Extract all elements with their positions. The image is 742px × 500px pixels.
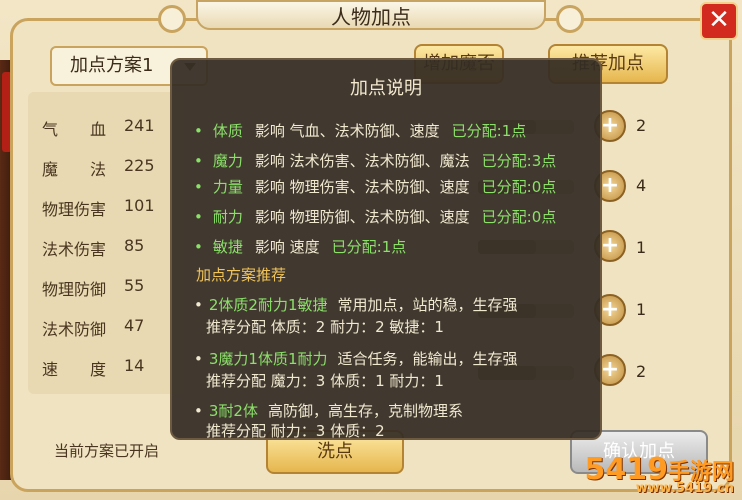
status-text: 当前方案已开启 xyxy=(54,442,160,460)
recommend-item: • 3魔力1体质1耐力 适合任务，能输出，生存强 xyxy=(194,350,518,368)
stat-value-hp: 241 xyxy=(124,116,155,135)
game-window: 人物加点 ✕ 加点方案1 增加魔否 推荐加点 气 血 241 魔 法 225 物… xyxy=(0,0,742,500)
attribute-count: 1 xyxy=(636,300,647,319)
stats-panel: 气 血 241 魔 法 225 物理伤害 101 法术伤害 85 物理防御 55… xyxy=(28,92,184,394)
stat-name-phys-def: 物理防御 xyxy=(42,280,107,299)
window-title: 人物加点 xyxy=(196,0,546,30)
attribute-count: 4 xyxy=(636,176,647,195)
stat-name-magic-def: 法术防御 xyxy=(42,320,107,339)
help-tooltip: 加点说明 • 体质 影响 气血、法术防御、速度 已分配:1点 • 魔力 影响 法术伤害、法… xyxy=(170,58,602,440)
rule-item: • 敏捷 影响 速度 已分配:1点 xyxy=(194,238,407,256)
stat-name-magic-atk: 法术伤害 xyxy=(42,240,107,259)
rule-item: • 力量 影响 物理伤害、法术防御、速度 已分配:0点 xyxy=(194,178,557,196)
stat-name-speed: 速 度 xyxy=(42,360,107,379)
recommend-item: • 2体质2耐力1敏捷 常用加点，站的稳，生存强 xyxy=(194,296,518,314)
close-button[interactable]: ✕ xyxy=(700,2,738,40)
stat-name-hp: 气 血 xyxy=(42,120,107,139)
recommend-detail: 推荐分配 体质：2 耐力：2 敏捷：1 xyxy=(206,318,444,336)
recommend-item: • 3耐2体 高防御，高生存，克制物理系 xyxy=(194,402,463,420)
attribute-count: 1 xyxy=(636,238,647,257)
ornament-left xyxy=(158,5,186,33)
stat-name-mp: 魔 法 xyxy=(42,160,107,179)
help-title: 加点说明 xyxy=(350,78,422,99)
recommend-detail: 推荐分配 魔力：3 体质：1 耐力：1 xyxy=(206,372,444,390)
stat-name-phys-atk: 物理伤害 xyxy=(42,200,107,219)
plan-dropdown-label: 加点方案1 xyxy=(70,55,154,76)
stat-value-phys-def: 55 xyxy=(124,276,145,295)
rule-item: • 耐力 影响 物理防御、法术防御、速度 已分配:0点 xyxy=(194,208,557,226)
attribute-count: 2 xyxy=(636,116,647,135)
site-watermark: 5419手游网 www.5419.cn xyxy=(584,452,734,496)
stat-value-magic-atk: 85 xyxy=(124,236,145,255)
recommend-heading: 加点方案推荐 xyxy=(196,266,287,284)
rule-item: • 体质 影响 气血、法术防御、速度 已分配:1点 xyxy=(194,122,527,140)
stat-value-mp: 225 xyxy=(124,156,155,175)
ornament-right xyxy=(556,5,584,33)
stat-value-speed: 14 xyxy=(124,356,145,375)
attribute-count: 2 xyxy=(636,362,647,381)
rule-item: • 魔力 影响 法术伤害、法术防御、魔法 已分配:3点 xyxy=(194,152,557,170)
recommend-detail: 推荐分配 耐力：3 体质：2 xyxy=(206,422,385,440)
stat-value-magic-def: 47 xyxy=(124,316,145,335)
stat-value-phys-atk: 101 xyxy=(124,196,155,215)
